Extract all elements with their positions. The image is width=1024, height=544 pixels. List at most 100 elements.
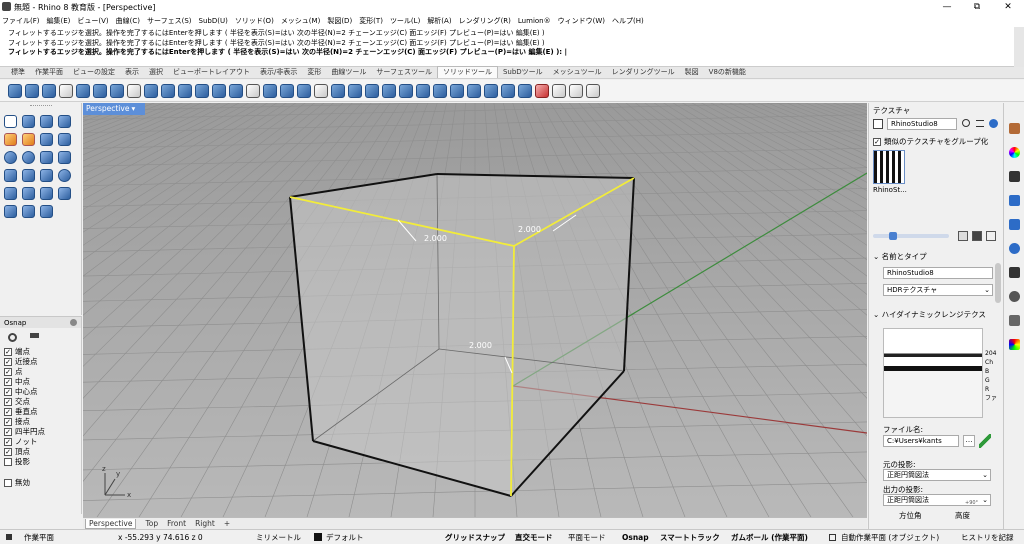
osnap-filter-icon[interactable] xyxy=(30,333,39,342)
tab-drafting[interactable]: 製図 xyxy=(680,67,704,78)
tab-front[interactable]: Front xyxy=(167,519,186,528)
place-hole-icon[interactable] xyxy=(399,83,413,98)
pyramid-icon[interactable] xyxy=(22,169,35,182)
osnap-midpoint-checkbox[interactable]: ✓ xyxy=(4,377,12,386)
rebuild-edges-icon[interactable] xyxy=(314,83,328,98)
viewport-canvas[interactable]: 2.000 2.000 2.000 x y z xyxy=(83,103,867,517)
maximize-button[interactable]: ⧉ xyxy=(962,0,992,14)
array-hole-icon[interactable] xyxy=(467,83,481,98)
texture-type-icon[interactable] xyxy=(873,119,883,129)
osnap-vertex[interactable]: ✓ 頂点 xyxy=(4,447,30,456)
texture-type-select[interactable]: HDRテクスチャ ⌄ xyxy=(883,284,993,296)
auto-cplane-toggle[interactable]: 自動作業平面 (オブジェクト) xyxy=(841,532,939,543)
tab-visibility[interactable]: 表示/非表示 xyxy=(255,67,302,78)
source-projection-select[interactable]: 正距円筒図法 ⌄ xyxy=(883,469,991,481)
osnap-knot-checkbox[interactable]: ✓ xyxy=(4,437,12,446)
camera-icon[interactable] xyxy=(1009,267,1020,278)
curve-icon[interactable] xyxy=(4,133,17,146)
menu-analyze[interactable]: 解析(A) xyxy=(427,16,451,26)
pipe-icon[interactable] xyxy=(569,83,583,98)
tab-transform[interactable]: 変形 xyxy=(302,67,326,78)
variable-fillet-icon[interactable] xyxy=(42,83,56,98)
size-slider[interactable] xyxy=(873,234,949,238)
tab-viewport-layout[interactable]: ビューポートレイアウト xyxy=(168,67,255,78)
tab-render-tools[interactable]: レンダリングツール xyxy=(607,67,680,78)
tab-display[interactable]: 表示 xyxy=(120,67,144,78)
status-cplane[interactable]: 作業平面 xyxy=(24,532,54,543)
texture-search-box[interactable]: RhinoStudio8 xyxy=(887,118,957,130)
tab-set-view[interactable]: ビューの設定 xyxy=(68,67,120,78)
polyline-icon[interactable] xyxy=(40,115,53,128)
eyedropper-icon[interactable] xyxy=(979,434,991,448)
material-icon[interactable] xyxy=(1009,291,1020,302)
wire-cut-icon[interactable] xyxy=(348,83,362,98)
box-tool-icon[interactable] xyxy=(58,115,71,128)
solid-extrude-icon[interactable] xyxy=(331,83,345,98)
osnap-center[interactable]: ✓ 中心点 xyxy=(4,387,38,396)
grid-view-icon[interactable] xyxy=(958,231,968,241)
tab-new-in-v8[interactable]: V8の新機能 xyxy=(704,67,751,78)
tab-curve-tools[interactable]: 曲線ツール xyxy=(326,67,371,78)
boolean-split-icon[interactable] xyxy=(127,83,141,98)
delete-hole-icon[interactable] xyxy=(484,83,498,98)
paraboloid-icon[interactable] xyxy=(58,151,71,164)
list-view-icon[interactable] xyxy=(972,231,982,241)
menu-surface[interactable]: サーフェス(S) xyxy=(147,16,192,26)
osnap-disable[interactable]: 無効 xyxy=(4,478,30,487)
menu-help[interactable]: ヘルプ(H) xyxy=(612,16,644,26)
menu-mesh[interactable]: メッシュ(M) xyxy=(281,16,321,26)
grid-snap-toggle[interactable]: グリッドスナップ xyxy=(445,532,505,543)
torus-icon[interactable] xyxy=(58,169,71,182)
menu-view[interactable]: ビュー(V) xyxy=(77,16,108,26)
name-type-section-header[interactable]: ⌄ 名前とタイプ xyxy=(873,251,927,262)
osnap-disable-checkbox[interactable] xyxy=(4,478,12,487)
command-prompt[interactable]: フィレットするエッジを選択。操作を完了するにはEnterを押します ( 半径を表… xyxy=(8,48,1006,58)
text-object-icon[interactable] xyxy=(40,187,53,200)
extract-surface-icon[interactable] xyxy=(144,83,158,98)
menu-dimension[interactable]: 製図(D) xyxy=(327,16,352,26)
blend-edge-icon[interactable] xyxy=(59,83,73,98)
cap-planar-holes-icon[interactable] xyxy=(161,83,175,98)
tab-cplanes[interactable]: 作業平面 xyxy=(30,67,68,78)
osnap-intersection-checkbox[interactable]: ✓ xyxy=(4,397,12,406)
environment-icon[interactable] xyxy=(1009,315,1020,326)
osnap-center-checkbox[interactable]: ✓ xyxy=(4,387,12,396)
group-similar-option[interactable]: ✓ 類似のテクスチャをグループ化 xyxy=(873,136,988,147)
menu-transform[interactable]: 変形(T) xyxy=(359,16,383,26)
tree-view-icon[interactable] xyxy=(986,231,996,241)
file-name-field[interactable]: C:¥Users¥kants xyxy=(883,435,959,447)
osnap-midpoint[interactable]: ✓ 中点 xyxy=(4,377,30,386)
osnap-point-checkbox[interactable]: ✓ xyxy=(4,367,12,376)
move-face-icon[interactable] xyxy=(212,83,226,98)
boolean-intersection-icon[interactable] xyxy=(110,83,124,98)
solid-icon[interactable] xyxy=(58,133,71,146)
menu-tools[interactable]: ツール(L) xyxy=(390,16,420,26)
close-button[interactable]: ✕ xyxy=(993,0,1023,14)
tab-subd-tools[interactable]: SubDツール xyxy=(498,67,548,78)
tab-surface-tools[interactable]: サーフェスツール xyxy=(371,67,437,78)
osnap-tangent[interactable]: ✓ 接点 xyxy=(4,417,30,426)
chevron-down-icon[interactable]: ▾ xyxy=(131,104,135,113)
layer-color-swatch[interactable] xyxy=(314,533,322,541)
truncated-cone-icon[interactable] xyxy=(58,187,71,200)
hdr-section-header[interactable]: ⌄ ハイダイナミックレンジテクス xyxy=(873,309,986,320)
command-scrollbar[interactable] xyxy=(1014,27,1024,67)
sphere-icon[interactable] xyxy=(4,151,17,164)
ellipsoid-tool-icon[interactable] xyxy=(22,187,35,200)
tab-select[interactable]: 選択 xyxy=(144,67,168,78)
help-icon[interactable] xyxy=(989,119,998,128)
slider-thumb[interactable] xyxy=(889,232,897,240)
status-layer[interactable]: デフォルト xyxy=(326,532,364,543)
tab-right[interactable]: Right xyxy=(195,519,215,528)
select-arrow-icon[interactable] xyxy=(4,115,17,128)
osnap-toggle[interactable]: Osnap xyxy=(622,532,649,543)
point-icon[interactable] xyxy=(22,115,35,128)
help-panel-icon[interactable] xyxy=(1009,219,1020,230)
texture-icon[interactable] xyxy=(1009,339,1020,350)
osnap-point[interactable]: ✓ 点 xyxy=(4,367,23,376)
fillet-curves-icon[interactable] xyxy=(22,133,35,146)
menu-subd[interactable]: SubD(U) xyxy=(199,17,228,25)
menu-render[interactable]: レンダリング(R) xyxy=(459,16,511,26)
osnap-near[interactable]: ✓ 近接点 xyxy=(4,357,38,366)
osnap-intersection[interactable]: ✓ 交点 xyxy=(4,397,30,406)
